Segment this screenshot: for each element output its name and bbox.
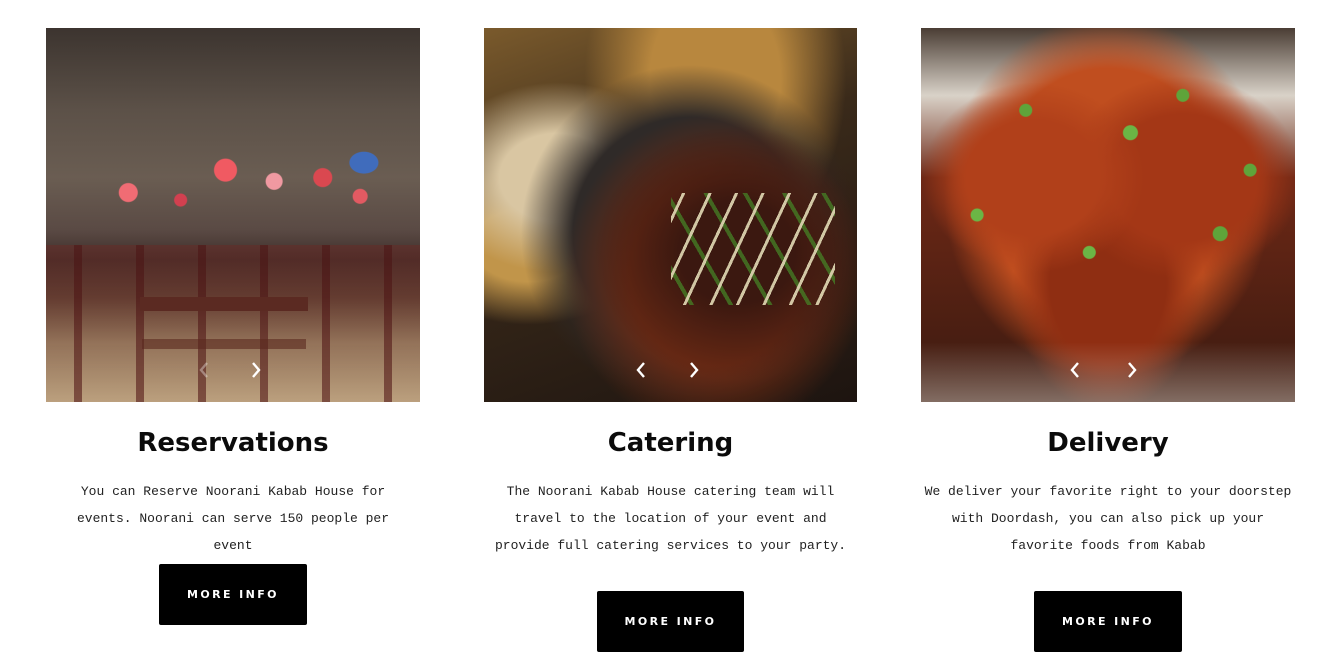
card-description: You can Reserve Noorani Kabab House for … bbox=[76, 484, 390, 553]
chili-chicken-image bbox=[921, 28, 1295, 402]
chevron-right-icon bbox=[689, 362, 699, 378]
slider-next-arrow[interactable] bbox=[1120, 358, 1144, 382]
chevron-left-icon bbox=[636, 362, 646, 378]
card-title: Catering bbox=[607, 428, 734, 458]
slider-prev-arrow[interactable] bbox=[192, 358, 216, 382]
card-title: Delivery bbox=[1047, 428, 1169, 458]
chevron-left-icon bbox=[1070, 362, 1080, 378]
more-info-button[interactable]: MORE INFO bbox=[597, 591, 744, 652]
delivery-image-slider[interactable] bbox=[921, 28, 1295, 402]
more-info-button[interactable]: MORE INFO bbox=[1034, 591, 1182, 652]
delivery-card: Delivery We deliver your favorite right … bbox=[921, 28, 1295, 652]
chevron-left-icon bbox=[199, 362, 209, 378]
slider-next-arrow[interactable] bbox=[682, 358, 706, 382]
more-info-button[interactable]: MORE INFO bbox=[159, 564, 307, 625]
card-description: We deliver your favorite right to your d… bbox=[924, 484, 1292, 553]
curry-dish-image bbox=[484, 28, 857, 402]
chevron-right-icon bbox=[1127, 362, 1137, 378]
catering-card: Catering The Noorani Kabab House caterin… bbox=[484, 28, 857, 652]
chevron-right-icon bbox=[251, 362, 261, 378]
reservations-image-slider[interactable] bbox=[46, 28, 420, 402]
restaurant-dining-room-image bbox=[46, 28, 420, 402]
reservations-card: Reservations You can Reserve Noorani Kab… bbox=[46, 28, 420, 625]
slider-next-arrow[interactable] bbox=[244, 358, 268, 382]
slider-prev-arrow[interactable] bbox=[629, 358, 653, 382]
card-description: The Noorani Kabab House catering team wi… bbox=[494, 484, 847, 553]
slider-prev-arrow[interactable] bbox=[1063, 358, 1087, 382]
card-title: Reservations bbox=[137, 428, 329, 458]
catering-image-slider[interactable] bbox=[484, 28, 857, 402]
